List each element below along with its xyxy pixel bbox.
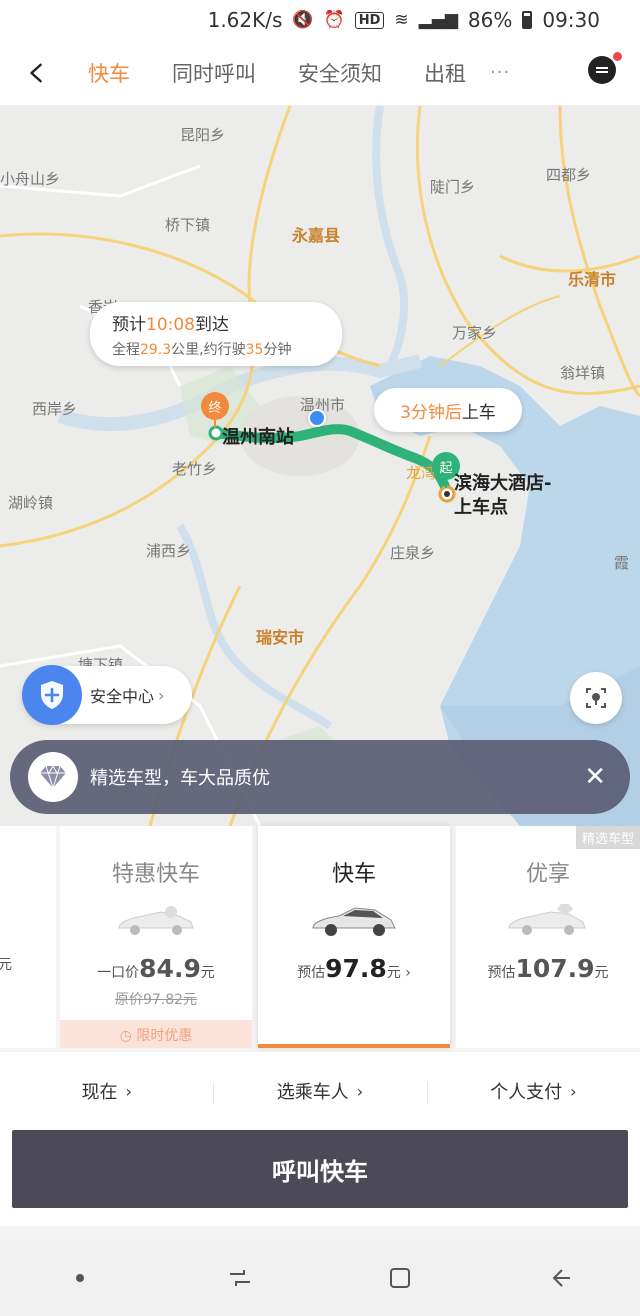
map-label: 西岸乡: [32, 400, 78, 418]
map-label: 陡门乡: [430, 178, 476, 196]
diamond-icon: [28, 752, 78, 802]
map-label: 湖岭镇: [8, 494, 54, 512]
mute-icon: 🔇: [292, 10, 314, 30]
chevron-right-icon: ›: [570, 1081, 577, 1101]
map-label: 桥下镇: [165, 216, 211, 234]
car-icon: [508, 904, 586, 935]
map-label: 小舟山乡: [0, 170, 61, 188]
chevron-right-icon: ›: [125, 1081, 132, 1101]
battery-icon: [522, 11, 533, 29]
map-label: 昆阳乡: [180, 126, 226, 144]
map-label: 万家乡: [452, 324, 498, 342]
partial-price: 9元: [0, 957, 12, 973]
shield-icon: [22, 665, 82, 725]
car-name: 特惠快车: [111, 862, 200, 887]
limited-offer-badge: ◷ 限时优惠: [60, 1020, 252, 1048]
map-view[interactable]: 昆阳乡 小舟山乡 桥下镇 永嘉县 陡门乡 四都乡 乐清市 万家乡 翁垟镇 香岩 …: [0, 106, 640, 826]
call-car-button[interactable]: 呼叫快车: [12, 1130, 628, 1208]
hd-badge: HD: [354, 11, 385, 29]
more-tabs-icon[interactable]: ···: [490, 62, 510, 83]
map-label-city: 永嘉县: [292, 226, 341, 245]
tab-taxi[interactable]: 出租: [410, 40, 494, 106]
car-card-youxiang[interactable]: 精选车型 优享 预估107.9元: [456, 826, 640, 1048]
dot-icon[interactable]: [66, 1264, 94, 1292]
safety-center-label: 安全中心: [90, 687, 155, 706]
promo-text: 精选车型，车大品质优: [90, 768, 270, 789]
premium-car-tag: 精选车型: [575, 826, 640, 849]
passenger-option[interactable]: 选乘车人 ›: [213, 1052, 426, 1130]
selected-indicator: [258, 1044, 450, 1048]
tab-simultaneous-call[interactable]: 同时呼叫: [158, 40, 284, 106]
clock: 09:30: [542, 8, 600, 32]
alarm-icon: ⏰: [323, 10, 345, 30]
back-arrow-icon: [30, 63, 42, 82]
battery-percent: 86%: [467, 8, 513, 32]
back-button[interactable]: [0, 40, 74, 106]
car-type-carousel[interactable]: 9元 特惠快车 一口价84.9元 原价97.82元 ◷ 限时优惠 快车 预估97…: [0, 826, 640, 1050]
car-price: 预估97.8元 ›: [297, 954, 411, 983]
map-label: 老竹乡: [172, 460, 218, 478]
car-icon: [118, 906, 194, 935]
car-price: 预估107.9元: [487, 954, 609, 983]
map-label: 庄泉乡: [390, 544, 436, 562]
message-icon[interactable]: [588, 52, 622, 84]
destination-label[interactable]: 温州南站: [222, 423, 294, 449]
car-name: 优享: [525, 862, 570, 887]
network-speed: 1.62K/s: [207, 8, 283, 32]
car-name: 快车: [331, 862, 376, 887]
recent-apps-icon[interactable]: [226, 1264, 254, 1292]
home-icon[interactable]: [386, 1264, 414, 1292]
status-bar: 1.62K/s 🔇 ⏰ HD ≋ ▂▄▆ 86% 09:30: [0, 0, 640, 40]
car-icon: [312, 907, 396, 936]
close-icon[interactable]: ✕: [584, 762, 606, 792]
car-price: 一口价84.9元: [97, 954, 215, 983]
eta-bubble: 预计10:08到达 全程29.3公里,约行驶35分钟: [90, 302, 342, 366]
map-label: 翁垟镇: [560, 364, 606, 382]
eta-distance: 全程29.3公里,约行驶35分钟: [112, 342, 292, 358]
tab-safety-notice[interactable]: 安全须知: [284, 40, 410, 106]
locate-icon: [586, 688, 606, 708]
map-label: 四都乡: [546, 166, 592, 184]
call-bar: 呼叫快车: [0, 1130, 640, 1226]
chevron-right-icon: ›: [356, 1081, 364, 1101]
map-label-city: 乐清市: [568, 270, 617, 289]
promo-toast: 精选车型，车大品质优 ✕: [10, 740, 630, 814]
wifi-icon: ≋: [394, 10, 409, 30]
map-label: 霞: [614, 554, 630, 572]
original-price: 原价97.82元: [114, 992, 198, 1008]
destination-pin-icon: 终: [201, 392, 229, 420]
car-card-tehui[interactable]: 特惠快车 一口价84.9元 原价97.82元 ◷ 限时优惠: [60, 826, 252, 1048]
ride-options-row: 现在 › 选乘车人 › 个人支付 ›: [0, 1052, 640, 1130]
eta-arrival: 预计10:08到达: [112, 315, 229, 335]
system-nav-bar: [0, 1240, 640, 1316]
pickup-time-bubble: 3分钟后上车: [374, 388, 522, 432]
car-card-partial[interactable]: 9元: [0, 826, 56, 1048]
car-card-kuaiche[interactable]: 快车 预估97.8元 ›: [258, 826, 450, 1048]
map-label: 浦西乡: [146, 542, 192, 560]
locate-button[interactable]: [570, 672, 622, 724]
payment-option[interactable]: 个人支付 ›: [426, 1052, 640, 1130]
tab-kuaiche[interactable]: 快车: [74, 40, 158, 106]
time-option[interactable]: 现在 ›: [0, 1052, 213, 1130]
current-location-dot: [308, 409, 326, 427]
top-nav: 快车 同时呼叫 安全须知 出租 ···: [0, 40, 640, 106]
chevron-right-icon: ›: [158, 685, 165, 705]
signal-icon: ▂▄▆: [418, 10, 458, 30]
back-nav-icon[interactable]: [546, 1264, 574, 1292]
map-label-city: 瑞安市: [256, 628, 305, 647]
origin-label[interactable]: 滨海大酒店- 上车点: [454, 472, 551, 520]
safety-center-button[interactable]: 安全中心 ›: [22, 665, 192, 725]
